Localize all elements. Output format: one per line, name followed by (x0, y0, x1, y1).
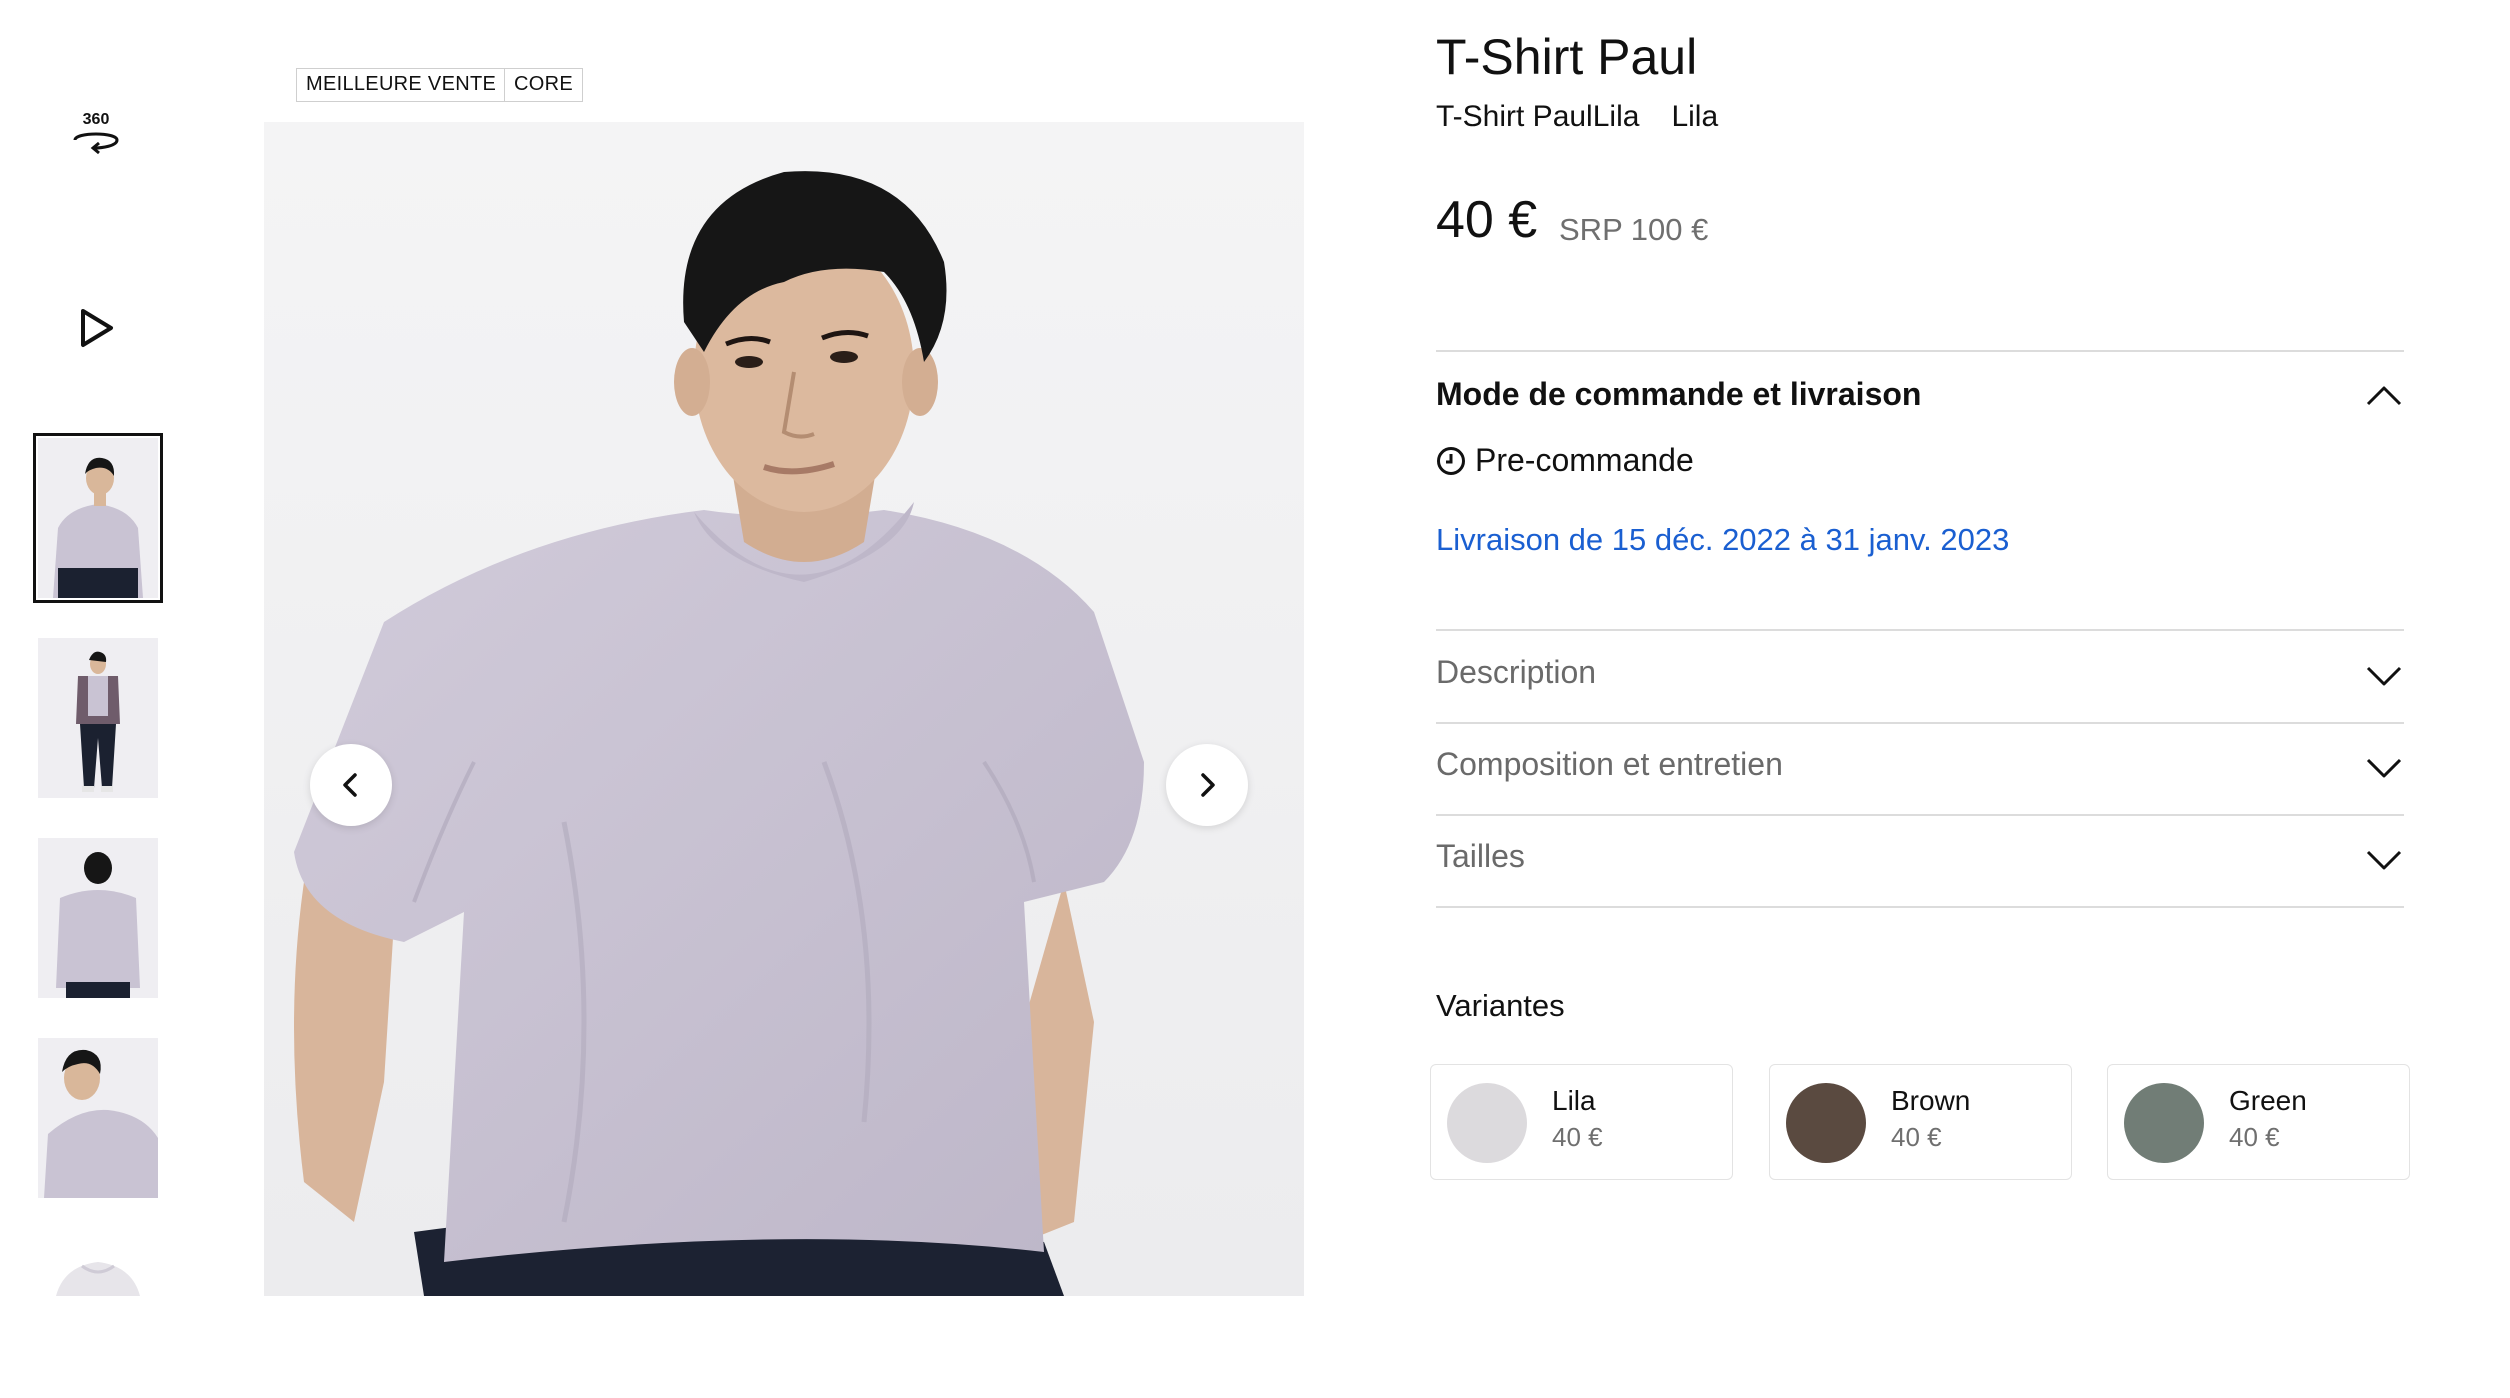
variant-card-lila[interactable]: Lila 40 € (1430, 1064, 1733, 1180)
chevron-down-icon[interactable] (2364, 840, 2404, 880)
variant-name: Green (2229, 1085, 2307, 1116)
view-360-button[interactable]: 360 (56, 92, 136, 172)
variant-card-green[interactable]: Green 40 € (2107, 1064, 2410, 1180)
accordion-sizes[interactable]: Tailles (1436, 838, 1525, 875)
variant-price: 40 € (2229, 1122, 2280, 1152)
thumbnail-3[interactable] (38, 838, 158, 998)
divider (1436, 722, 2404, 724)
preorder-label: Pre-commande (1475, 442, 1694, 478)
clock-icon (1437, 446, 1465, 475)
thumbnail-2[interactable] (38, 638, 158, 798)
rotate-360-icon: 360 (73, 111, 119, 155)
variants-label: Variantes (1436, 988, 1565, 1023)
product-title: T-Shirt Paul (1436, 29, 1698, 85)
color-swatch (2124, 1083, 2204, 1163)
thumbnail-4[interactable] (38, 1038, 158, 1198)
accordion-description[interactable]: Description (1436, 654, 1596, 691)
color-swatch (1447, 1083, 1527, 1163)
chevron-right-icon (1201, 773, 1215, 797)
product-main-image (264, 122, 1304, 1296)
product-subtitle-color: Lila (1671, 100, 1719, 133)
previous-image-button[interactable] (310, 744, 392, 826)
delivery-window-link[interactable]: Livraison de 15 déc. 2022 à 31 janv. 202… (1436, 522, 2009, 558)
accordion-composition[interactable]: Composition et entretien (1436, 746, 1783, 783)
variant-name: Lila (1552, 1085, 1596, 1116)
variant-name: Brown (1891, 1085, 1971, 1116)
variant-price: 40 € (1552, 1122, 1603, 1152)
badge-core: CORE (504, 68, 583, 102)
play-icon (81, 309, 113, 347)
thumbnail-5[interactable] (38, 1238, 158, 1398)
thumbnail-1[interactable] (33, 433, 163, 603)
preorder-status: Pre-commande (1436, 442, 1694, 479)
variant-card-brown[interactable]: Brown 40 € (1769, 1064, 2072, 1180)
color-swatch (1786, 1083, 1866, 1163)
chevron-down-icon[interactable] (2364, 748, 2404, 788)
chevron-up-icon[interactable] (2364, 376, 2404, 416)
divider (1436, 814, 2404, 816)
chevron-left-icon (343, 773, 357, 797)
product-price: 40 € (1436, 191, 1538, 249)
accordion-ordering-title[interactable]: Mode de commande et livraison (1436, 376, 1921, 413)
svg-text:360: 360 (83, 111, 110, 128)
badge-best-seller: MEILLEURE VENTE (296, 68, 507, 102)
divider (1436, 629, 2404, 631)
divider (1436, 350, 2404, 352)
product-srp: SRP 100 € (1559, 212, 1709, 247)
next-image-button[interactable] (1166, 744, 1248, 826)
product-subtitle-name: T-Shirt PaulLila (1436, 100, 1640, 133)
variant-price: 40 € (1891, 1122, 1942, 1152)
chevron-down-icon[interactable] (2364, 656, 2404, 696)
play-video-button[interactable] (56, 288, 136, 368)
divider (1436, 906, 2404, 908)
product-subtitle: T-Shirt PaulLila Lila (1436, 100, 1718, 134)
